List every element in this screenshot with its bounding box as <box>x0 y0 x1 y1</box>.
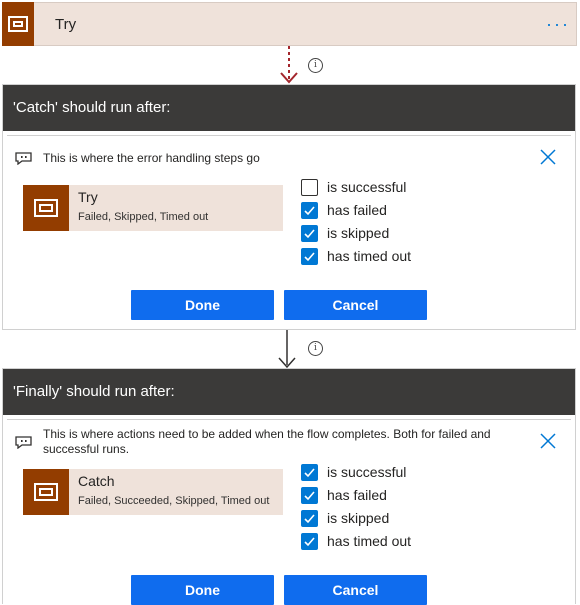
scope-icon <box>23 469 69 515</box>
option-is-successful[interactable]: is successful <box>301 177 406 197</box>
panel-header: 'Finally' should run after: <box>3 369 575 415</box>
finally-run-after-panel: 'Finally' should run after: This is wher… <box>2 368 576 605</box>
option-is-successful[interactable]: is successful <box>301 462 406 482</box>
action-name: Catch <box>78 473 115 489</box>
more-options-button[interactable]: ··· <box>546 14 570 35</box>
option-has-timed-out[interactable]: has timed out <box>301 246 411 266</box>
checkbox-checked[interactable] <box>301 509 318 527</box>
option-has-timed-out[interactable]: has timed out <box>301 531 411 551</box>
panel-body: This is where actions need to be added w… <box>7 419 571 605</box>
action-name: Try <box>78 189 98 205</box>
checkbox-checked[interactable] <box>301 486 318 504</box>
option-label: has failed <box>327 202 387 218</box>
catch-run-after-panel: 'Catch' should run after: This is where … <box>2 84 576 330</box>
comment-text: This is where actions need to be added w… <box>43 427 491 456</box>
checkbox-unchecked[interactable] <box>301 178 318 196</box>
action-run-status: Failed, Skipped, Timed out <box>78 211 209 223</box>
run-after-arrow <box>278 330 296 369</box>
info-icon[interactable]: i <box>308 341 323 356</box>
run-after-failure-arrow <box>280 46 298 84</box>
scope-icon <box>2 2 34 46</box>
close-icon[interactable] <box>539 148 557 166</box>
done-button[interactable]: Done <box>131 290 274 320</box>
comment-text: This is where the error handling steps g… <box>43 151 260 165</box>
try-action-title: Try <box>55 16 77 33</box>
option-label: is skipped <box>327 225 390 241</box>
panel-header: 'Catch' should run after: <box>3 85 575 131</box>
action-run-status: Failed, Succeeded, Skipped, Timed out <box>78 495 270 507</box>
comment-icon <box>15 436 32 449</box>
run-after-action-card: Try Failed, Skipped, Timed out <box>23 185 283 231</box>
info-icon[interactable]: i <box>308 58 323 73</box>
option-has-failed[interactable]: has failed <box>301 485 387 505</box>
checkbox-checked[interactable] <box>301 532 318 550</box>
scope-icon <box>23 185 69 231</box>
option-label: is successful <box>327 179 407 195</box>
option-is-skipped[interactable]: is skipped <box>301 223 389 243</box>
comment-icon <box>15 152 32 165</box>
option-label: has timed out <box>327 533 412 549</box>
option-label: has timed out <box>327 248 412 264</box>
cancel-button[interactable]: Cancel <box>284 290 427 320</box>
cancel-button[interactable]: Cancel <box>284 575 427 605</box>
close-icon[interactable] <box>539 432 557 450</box>
option-is-skipped[interactable]: is skipped <box>301 508 389 528</box>
try-action-card[interactable]: Try ··· <box>2 2 577 46</box>
checkbox-checked[interactable] <box>301 201 318 219</box>
checkbox-checked[interactable] <box>301 224 318 242</box>
panel-body: This is where the error handling steps g… <box>7 135 571 325</box>
option-label: has failed <box>327 487 387 503</box>
checkbox-checked[interactable] <box>301 463 318 481</box>
run-after-action-card: Catch Failed, Succeeded, Skipped, Timed … <box>23 469 283 515</box>
done-button[interactable]: Done <box>131 575 274 605</box>
option-label: is skipped <box>327 510 390 526</box>
option-has-failed[interactable]: has failed <box>301 200 387 220</box>
checkbox-checked[interactable] <box>301 247 318 265</box>
option-label: is successful <box>327 464 407 480</box>
